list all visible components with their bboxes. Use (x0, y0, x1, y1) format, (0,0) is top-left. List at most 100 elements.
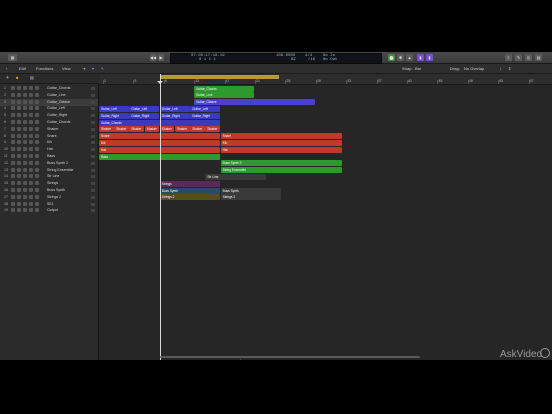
mute-button[interactable] (11, 201, 15, 206)
solo-button[interactable] (17, 201, 21, 206)
freeze-button[interactable] (35, 92, 39, 97)
solo-button[interactable] (17, 106, 21, 111)
mute-button[interactable] (11, 174, 15, 179)
track-name[interactable]: Guitar_Left (47, 106, 65, 110)
input-monitor-button[interactable] (29, 154, 33, 158)
mute-button[interactable] (11, 181, 15, 186)
freeze-button[interactable] (35, 188, 39, 192)
solo-button[interactable] (17, 174, 21, 179)
mute-button[interactable] (11, 208, 15, 213)
solo-button[interactable] (17, 188, 21, 192)
region[interactable]: Guitar_Left (159, 105, 190, 112)
freeze-button[interactable] (35, 140, 39, 145)
solo-button[interactable] (17, 167, 21, 172)
input-monitor-button[interactable] (29, 113, 33, 118)
region[interactable]: Hat (220, 146, 342, 153)
track-buttons[interactable] (11, 113, 41, 118)
track-name[interactable]: Hat (47, 147, 53, 151)
record-button[interactable] (23, 201, 27, 206)
mute-button[interactable] (11, 106, 15, 111)
track-buttons[interactable] (11, 201, 41, 207)
record-button[interactable] (23, 106, 27, 111)
track-buttons[interactable] (11, 99, 41, 105)
input-monitor-button[interactable] (29, 194, 33, 199)
track-buttons[interactable] (11, 154, 41, 159)
catch-icon[interactable]: ⇥ (82, 66, 85, 71)
mute-button[interactable] (11, 113, 15, 118)
track-name[interactable]: String Ensemble (47, 168, 73, 172)
playhead[interactable] (160, 74, 161, 360)
solo-button[interactable] (17, 154, 21, 158)
track-buttons[interactable] (11, 188, 41, 193)
record-button[interactable] (23, 99, 27, 104)
lcd-display[interactable]: 07:00:17:18.19 0 1 1 1 108.0000 4/4 /16 … (170, 53, 382, 64)
menu-edit[interactable]: Edit (19, 66, 26, 71)
record-button[interactable] (23, 92, 27, 97)
track-buttons[interactable] (11, 167, 41, 173)
region[interactable]: Guitar_Right (159, 112, 190, 119)
region[interactable]: Strings 2 (159, 194, 220, 201)
region[interactable]: Guitar_Octave (194, 99, 315, 106)
region[interactable]: Snare (220, 133, 342, 140)
input-monitor-button[interactable] (29, 86, 33, 90)
add-track-icon[interactable]: + (6, 75, 9, 81)
freeze-button[interactable] (35, 133, 39, 138)
region[interactable]: Buss Synth (220, 187, 281, 194)
region[interactable]: Shaker (190, 126, 205, 133)
track-name[interactable]: Strings 2 (47, 195, 61, 199)
input-monitor-button[interactable] (29, 106, 33, 111)
back-icon[interactable]: ‹ (6, 66, 7, 71)
solo-button[interactable] (17, 181, 21, 186)
playhead-handle[interactable] (157, 81, 163, 84)
mute-button[interactable] (11, 167, 15, 172)
input-monitor-button[interactable] (29, 126, 33, 131)
freeze-button[interactable] (35, 147, 39, 152)
record-button[interactable] (23, 133, 27, 138)
input-monitor-button[interactable] (29, 181, 33, 186)
record-button[interactable] (23, 181, 27, 186)
tuner-icon[interactable]: ⬤ (388, 54, 395, 61)
freeze-button[interactable] (35, 113, 39, 118)
mute-button[interactable] (11, 154, 15, 158)
track-buttons[interactable] (11, 181, 41, 186)
flex-icon[interactable]: ▾ (92, 66, 94, 71)
region[interactable]: Guitar_Left (99, 105, 129, 112)
count-in-icon[interactable]: ✱ (397, 54, 404, 61)
mute-button[interactable] (11, 160, 15, 165)
track-name[interactable]: Kik (47, 140, 52, 144)
hd-meter-icon[interactable]: ▮ (426, 54, 433, 61)
mute-button[interactable] (11, 194, 15, 199)
region[interactable]: Guitar_Right (129, 112, 160, 119)
region[interactable]: Shaker (205, 126, 220, 133)
drag-select[interactable]: No Overlap (464, 66, 484, 71)
record-button[interactable] (23, 208, 27, 213)
solo-button[interactable] (17, 194, 21, 199)
region[interactable]: Guitar_Left (190, 105, 220, 112)
track-name[interactable]: Bass (47, 154, 55, 158)
pointer-tool-icon[interactable]: ↖ (101, 66, 104, 71)
solo-button[interactable] (17, 147, 21, 152)
bar-ruler[interactable]: 1 5 9 13 17 21 25 29 33 37 41 45 49 53 57 (99, 74, 552, 85)
record-button[interactable] (23, 154, 27, 158)
snap-select[interactable]: Bar (415, 66, 421, 71)
region[interactable]: Guitar_Right (190, 112, 220, 119)
freeze-button[interactable] (35, 86, 39, 90)
mute-button[interactable] (11, 120, 15, 124)
cpu-meter-icon[interactable]: ▮ (417, 54, 424, 61)
freeze-button[interactable] (35, 208, 39, 213)
rewind-icon[interactable]: ◀◀ (150, 54, 156, 61)
record-button[interactable] (23, 174, 27, 179)
track-name[interactable]: Snare (47, 134, 57, 138)
track-name[interactable]: Str Line (47, 174, 59, 178)
mute-button[interactable] (11, 147, 15, 152)
record-button[interactable] (23, 147, 27, 152)
record-button[interactable] (23, 113, 27, 118)
library-button[interactable]: ▦ (8, 54, 17, 61)
freeze-button[interactable] (35, 167, 39, 172)
input-monitor-button[interactable] (29, 201, 33, 206)
solo-button[interactable] (17, 133, 21, 138)
global-tracks-icon[interactable]: ■ (16, 75, 18, 80)
record-button[interactable] (23, 86, 27, 90)
track-buttons[interactable] (11, 106, 41, 111)
freeze-button[interactable] (35, 194, 39, 199)
